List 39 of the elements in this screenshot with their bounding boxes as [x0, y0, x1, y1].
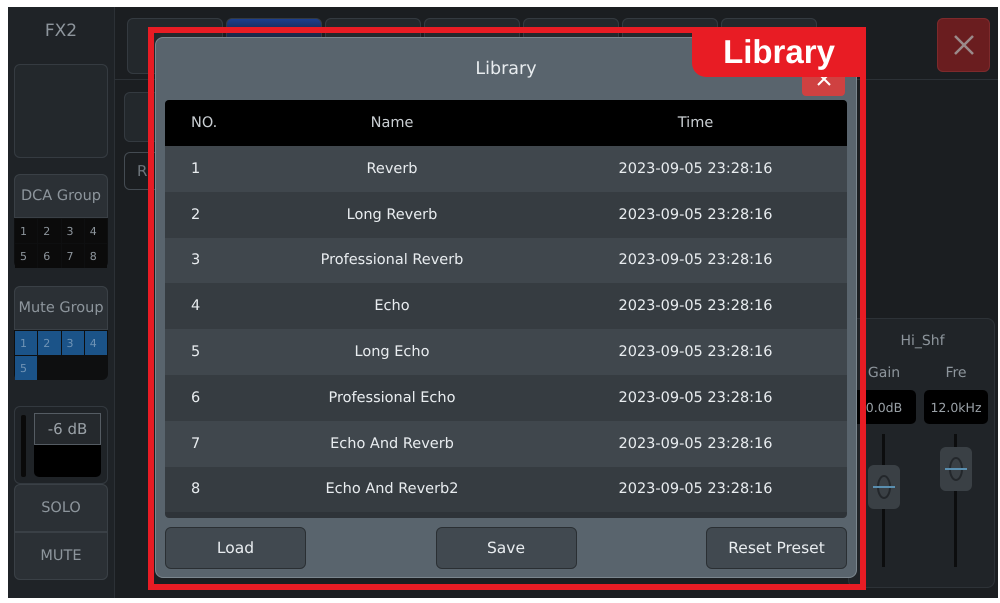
group-cell[interactable]: 4: [84, 219, 107, 243]
table-row[interactable]: 6 Professional Echo 2023-09-05 23:28:16: [165, 374, 847, 421]
group-cell[interactable]: 3: [62, 219, 84, 243]
dialog-button[interactable]: Reset Preset: [706, 527, 847, 569]
table-row[interactable]: 7 Echo And Reverb 2023-09-05 23:28:16: [165, 420, 847, 467]
group-cell[interactable]: 5: [15, 244, 38, 268]
readout-background: [34, 445, 101, 477]
table-row[interactable]: 5 Long Echo 2023-09-05 23:28:16: [165, 329, 847, 375]
column-header: Name: [370, 115, 414, 131]
level-meter: [21, 415, 26, 477]
channel-name: FX2: [44, 21, 78, 43]
group-cell[interactable]: 2: [38, 219, 60, 243]
close-icon: [952, 34, 974, 56]
gain-readout: -6 dB: [34, 413, 101, 445]
close-button[interactable]: [937, 18, 990, 72]
dialog-title: Library: [475, 59, 537, 79]
group-button[interactable]: DCA Group: [14, 174, 108, 218]
solo-button[interactable]: SOLO: [14, 484, 108, 532]
slider-thumb[interactable]: [868, 465, 900, 510]
table-row[interactable]: 1 Reverb 2023-09-05 23:28:16: [165, 146, 847, 192]
control-label: Fre: [945, 365, 967, 383]
table-row[interactable]: 4 Echo 2023-09-05 23:28:16: [165, 283, 847, 330]
dialog-button[interactable]: Load: [165, 527, 306, 569]
group-button[interactable]: Mute Group: [14, 286, 108, 330]
column-header: Time: [676, 115, 714, 131]
table-row[interactable]: 2 Long Reverb 2023-09-05 23:28:16: [165, 192, 847, 238]
dialog-button[interactable]: Save: [436, 527, 576, 569]
table-row[interactable]: 3 Professional Reverb 2023-09-05 23:28:16: [165, 238, 847, 284]
band-title: Hi_Shf: [899, 333, 946, 351]
group-cell[interactable]: 8: [84, 244, 107, 268]
mute-button[interactable]: MUTE: [14, 532, 108, 580]
table-row[interactable]: 8 Echo And Reverb2 2023-09-05 23:28:16: [165, 466, 847, 512]
slider-thumb[interactable]: [940, 446, 972, 491]
control-label: Gain: [868, 365, 900, 383]
group-cell[interactable]: 6: [38, 244, 60, 268]
column-header: NO.: [190, 115, 218, 131]
group-cell[interactable]: 7: [62, 244, 84, 268]
value-field[interactable]: 12.0kHz: [924, 390, 988, 424]
group-cell[interactable]: 1: [15, 219, 38, 243]
